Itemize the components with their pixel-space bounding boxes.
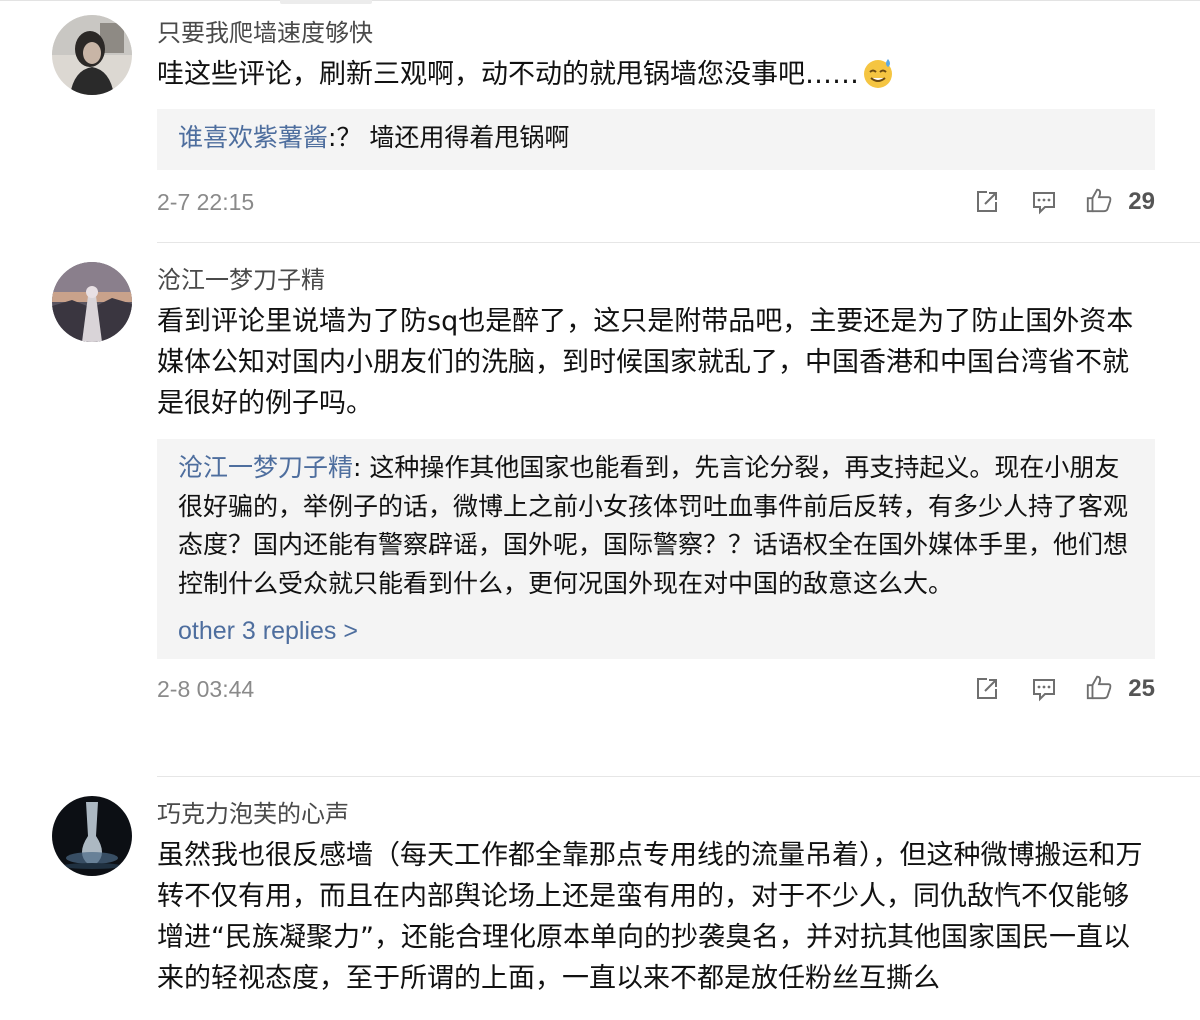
divider (157, 242, 1200, 243)
top-border (0, 0, 1200, 1)
reply-box[interactable]: 沧江一梦刀子精: 这种操作其他国家也能看到，先言论分裂，再支持起义。现在小朋友很… (157, 439, 1155, 659)
scroll-indicator (280, 0, 372, 4)
thumbs-up-icon[interactable] (1085, 186, 1115, 216)
reply-text: 谁喜欢紫薯酱:？ 墙还用得着甩锅啊 (178, 123, 570, 152)
avatar[interactable] (52, 262, 132, 342)
like-count: 25 (1128, 675, 1155, 702)
comment-icon[interactable] (1030, 675, 1058, 703)
reply-box[interactable]: 谁喜欢紫薯酱:？ 墙还用得着甩锅啊 (157, 109, 1155, 170)
comment-username[interactable]: 沧江一梦刀子精 (157, 265, 1155, 295)
comment-meta: 2-7 22:15 29 (157, 182, 1155, 222)
comment-text: 看到评论里说墙为了防sq也是醉了，这只是附带品吧，主要还是为了防止国外资本媒体公… (157, 306, 1134, 419)
share-icon[interactable] (973, 188, 1001, 216)
comment-meta: 2-8 03:44 25 (157, 669, 1155, 709)
timestamp: 2-8 03:44 (157, 676, 255, 702)
avatar[interactable] (52, 15, 132, 95)
comment-text: 哇这些评论，刷新三观啊，动不动的就甩锅墙您没事吧…… (157, 54, 1155, 95)
reply-username[interactable]: 沧江一梦刀子精 (178, 453, 353, 482)
comment-icon[interactable] (1030, 188, 1058, 216)
thumbs-up-icon[interactable] (1085, 673, 1115, 703)
share-icon[interactable] (973, 675, 1001, 703)
more-replies-link[interactable]: other 3 replies > (178, 617, 358, 646)
divider (157, 776, 1200, 777)
comment-text: 虽然我也很反感墙（每天工作都全靠那点专用线的流量吊着），但这种微博搬运和万转不仅… (157, 840, 1143, 994)
avatar[interactable] (52, 796, 132, 876)
like-count: 29 (1128, 187, 1155, 215)
sweat-smile-emoji-icon (861, 55, 895, 89)
comment-username[interactable]: 只要我爬墙速度够快 (157, 18, 1155, 48)
comment-username[interactable]: 巧克力泡芙的心声 (157, 799, 1155, 829)
timestamp: 2-7 22:15 (157, 188, 255, 215)
reply-username[interactable]: 谁喜欢紫薯酱 (178, 123, 328, 152)
reply-text: 沧江一梦刀子精: 这种操作其他国家也能看到，先言论分裂，再支持起义。现在小朋友很… (178, 453, 1129, 598)
